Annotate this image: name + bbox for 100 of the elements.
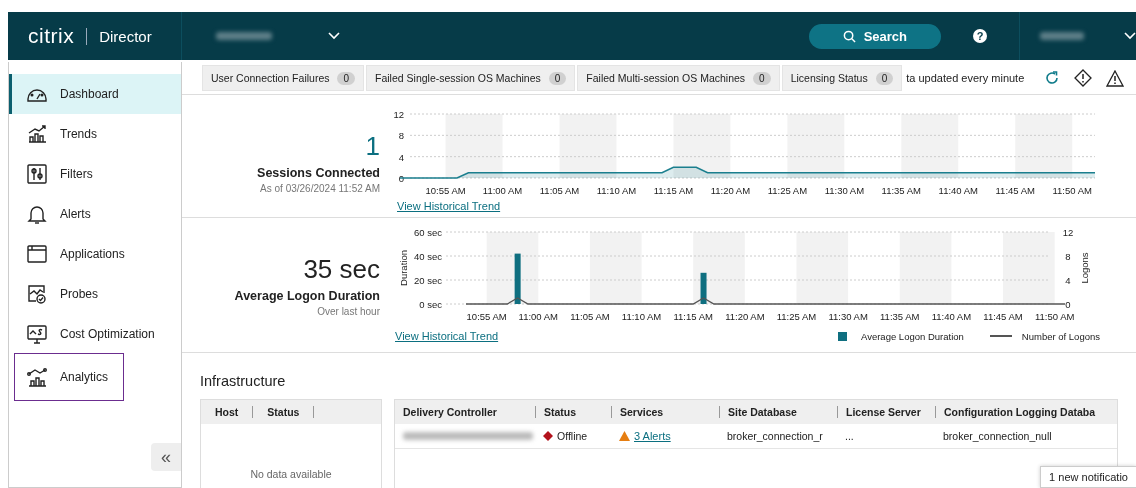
filter-pill[interactable]: Licensing Status 0 [781, 65, 903, 91]
sidebar-item[interactable]: Filters [9, 154, 181, 194]
section-title: Infrastructure [200, 373, 287, 389]
y-tick-label: 8 [398, 130, 404, 142]
sidebar-item[interactable]: Applications [9, 234, 181, 274]
count-badge: 0 [753, 71, 771, 85]
warning-icon [619, 431, 630, 441]
y-tick-label: 20 sec [414, 275, 443, 286]
product-name: Director [86, 27, 152, 45]
y2-tick-label: 12 [1062, 227, 1074, 238]
sessions-chart: 12 8 4 0 10:55 AM 11:00 AM 11:05 AM 11:10 AM 11:15 AM 11:20 AM 11:25 AM 11:30 AM 11:35 AM 11:40 AM 11:45 AM 11:50 AM [380, 105, 1110, 200]
x-tick-label: 11:40 AM [931, 311, 972, 322]
count-badge: 0 [337, 71, 356, 85]
legend-line [989, 335, 1012, 337]
alerts-link[interactable]: 3 Alerts [634, 430, 671, 442]
y-tick-label: 4 [398, 151, 404, 163]
monitor-dollar-icon [26, 323, 48, 345]
x-tick-label: 11:05 AM [539, 185, 580, 196]
x-tick-label: 11:15 AM [653, 185, 694, 196]
window-icon [26, 243, 48, 265]
x-tick-label: 11:10 AM [621, 311, 662, 322]
x-tick-label: 11:30 AM [828, 311, 868, 322]
legend-label: Average Logon Duration [861, 330, 964, 342]
table-cell-text: ... [844, 430, 855, 442]
historical-trend-link[interactable]: View Historical Trend [397, 200, 1110, 212]
error-diamond-icon [543, 431, 553, 441]
y2-tick-label: 0 [1065, 299, 1071, 310]
sidebar-item[interactable]: Probes [9, 274, 181, 314]
status-text: Offline [557, 430, 588, 442]
x-tick-label: 11:45 AM [983, 311, 1023, 322]
chart-icon [26, 366, 48, 388]
column-header[interactable]: Host [201, 406, 254, 418]
filter-pill[interactable]: Failed Multi-session OS Machines 0 [577, 65, 780, 91]
column-header[interactable]: Status [535, 406, 611, 418]
filter-pill[interactable]: Failed Single-session OS Machines 0 [366, 65, 576, 91]
logon-duration-value: 35 sec [303, 253, 380, 285]
x-tick-label: 11:00 AM [482, 185, 523, 196]
column-header[interactable]: Status [253, 406, 315, 418]
legend-swatch [838, 331, 847, 341]
update-note: ta updated every minute [906, 72, 1025, 84]
y-tick-label: 40 sec [414, 251, 443, 262]
table-cell-text: broker_connection_r [726, 430, 824, 442]
sidebar-item[interactable]: Cost Optimization [9, 314, 181, 354]
empty-message: No data available [249, 468, 333, 480]
count-badge: 0 [875, 71, 894, 85]
x-tick-label: 11:25 AM [767, 185, 808, 196]
column-header[interactable]: Delivery Controller [395, 406, 535, 418]
x-tick-label: 11:15 AM [673, 311, 714, 322]
x-tick-label: 11:05 AM [570, 311, 610, 322]
logon-chart: 60 sec 12 40 sec 8 20 sec 4 0 sec 0 Duration Logons 10:55 AM 11:00 AM 11:05 AM 11:10 AM 11:15 AM 11:20 AM 11:25 AM 11:30 AM 11:35 AM 11:40 AM 11:45 AM 11:50 AM [395, 224, 1100, 324]
sidebar-item[interactable]: Analytics [15, 354, 123, 400]
search-icon [842, 29, 856, 43]
stat-label: Sessions Connected [257, 165, 380, 180]
chart-icon [26, 123, 48, 145]
duration-bar [700, 272, 707, 304]
sidebar-item[interactable]: Alerts [9, 194, 181, 234]
column-header[interactable]: License Server [837, 406, 935, 418]
monitor-check-icon [26, 283, 48, 305]
sidebar-item[interactable]: Dashboard [9, 74, 181, 114]
column-header[interactable]: Site Database [719, 406, 837, 418]
refresh-icon[interactable] [1044, 70, 1061, 86]
citrix-logo: citrix [28, 24, 75, 48]
stat-subtext: As of 03/26/2024 11:52 AM [260, 182, 380, 194]
x-tick-label: 11:20 AM [710, 185, 751, 196]
blurred-user-name [1040, 32, 1084, 40]
y2-axis-title: Logons [1079, 252, 1090, 284]
duration-bar [514, 253, 521, 304]
filter-pill[interactable]: User Connection Failures 0 [202, 65, 365, 91]
chevron-down-icon[interactable] [328, 32, 340, 40]
y-tick-label: 60 sec [414, 227, 443, 238]
y-tick-label: 0 sec [419, 299, 443, 310]
sliders-icon [26, 163, 48, 185]
x-tick-label: 11:40 AM [938, 185, 979, 196]
historical-trend-link[interactable]: View Historical Trend [395, 330, 499, 342]
diamond-alert-icon[interactable] [1074, 69, 1093, 87]
collapse-button[interactable]: « [151, 443, 181, 471]
x-tick-label: 11:20 AM [725, 311, 765, 322]
y-axis-title: Duration [398, 250, 409, 286]
x-tick-label: 11:45 AM [995, 185, 1036, 196]
sessions-count: 1 [365, 130, 380, 162]
stat-label: Average Logon Duration [234, 288, 380, 303]
legend-label: Number of Logons [1021, 330, 1100, 342]
x-tick-label: 11:30 AM [824, 185, 865, 196]
x-tick-label: 11:25 AM [776, 311, 817, 322]
help-button[interactable]: ? [973, 29, 987, 43]
count-badge: 0 [548, 71, 567, 85]
chevron-down-icon[interactable] [1124, 32, 1136, 40]
blurred-site-name [216, 32, 272, 40]
search-button[interactable]: Search [808, 23, 941, 49]
table-cell-text: broker_connection_null [942, 430, 1053, 442]
column-header[interactable]: Configuration Logging Databa [935, 406, 1117, 418]
sidebar-item[interactable]: Trends [9, 114, 181, 154]
notification-toast[interactable]: 1 new notificatio [1040, 466, 1136, 488]
y-tick-label: 12 [393, 109, 404, 120]
x-tick-label: 11:00 AM [518, 311, 559, 322]
column-header[interactable]: Services [611, 406, 719, 418]
x-tick-label: 10:55 AM [466, 311, 507, 322]
warning-icon[interactable] [1106, 69, 1125, 87]
x-tick-label: 11:50 AM [1034, 311, 1075, 322]
y-tick-label: 0 [398, 173, 404, 184]
